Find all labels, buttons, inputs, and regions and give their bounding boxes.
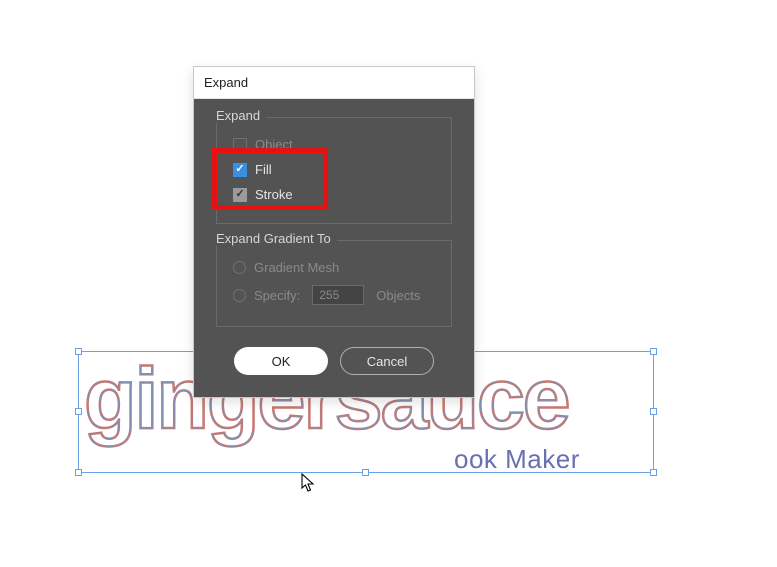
mouse-cursor-icon [301, 473, 315, 493]
fill-checkbox[interactable]: ✓ [233, 163, 247, 177]
ok-button[interactable]: OK [234, 347, 328, 375]
cancel-button[interactable]: Cancel [340, 347, 434, 375]
cancel-button-label: Cancel [367, 354, 407, 369]
specify-radio [233, 289, 246, 302]
dialog-button-row: OK Cancel [216, 343, 452, 375]
expand-dialog: Expand Expand Object ✓ Fill ✓ Stroke Exp… [193, 66, 475, 398]
gradient-group: Expand Gradient To Gradient Mesh Specify… [216, 240, 452, 327]
gradient-mesh-radio [233, 261, 246, 274]
specify-value-field: 255 [312, 285, 364, 305]
gradient-mesh-label: Gradient Mesh [254, 260, 339, 275]
object-label: Object [255, 137, 293, 152]
gradient-group-label: Expand Gradient To [216, 231, 337, 246]
specify-option-row: Specify: 255 Objects [231, 280, 437, 310]
selection-handle-bottom-mid[interactable] [362, 469, 369, 476]
dialog-body: Expand Object ✓ Fill ✓ Stroke Expand Gra… [194, 99, 474, 397]
stroke-checkbox[interactable]: ✓ [233, 188, 247, 202]
selection-handle-top-right[interactable] [650, 348, 657, 355]
gradient-mesh-option-row: Gradient Mesh [231, 255, 437, 280]
selection-handle-mid-left[interactable] [75, 408, 82, 415]
selection-handle-bottom-right[interactable] [650, 469, 657, 476]
object-checkbox [233, 138, 247, 152]
stroke-option-row[interactable]: ✓ Stroke [231, 182, 437, 207]
stroke-label: Stroke [255, 187, 293, 202]
dialog-title: Expand [194, 67, 474, 99]
dialog-title-text: Expand [204, 75, 248, 90]
selection-handle-mid-right[interactable] [650, 408, 657, 415]
selection-handle-top-left[interactable] [75, 348, 82, 355]
object-option-row: Object [231, 132, 437, 157]
ok-button-label: OK [272, 354, 291, 369]
expand-group-label: Expand [216, 108, 266, 123]
selection-handle-bottom-left[interactable] [75, 469, 82, 476]
specify-unit: Objects [376, 288, 420, 303]
specify-label: Specify: [254, 288, 300, 303]
expand-group: Expand Object ✓ Fill ✓ Stroke [216, 117, 452, 224]
fill-option-row[interactable]: ✓ Fill [231, 157, 437, 182]
fill-label: Fill [255, 162, 272, 177]
